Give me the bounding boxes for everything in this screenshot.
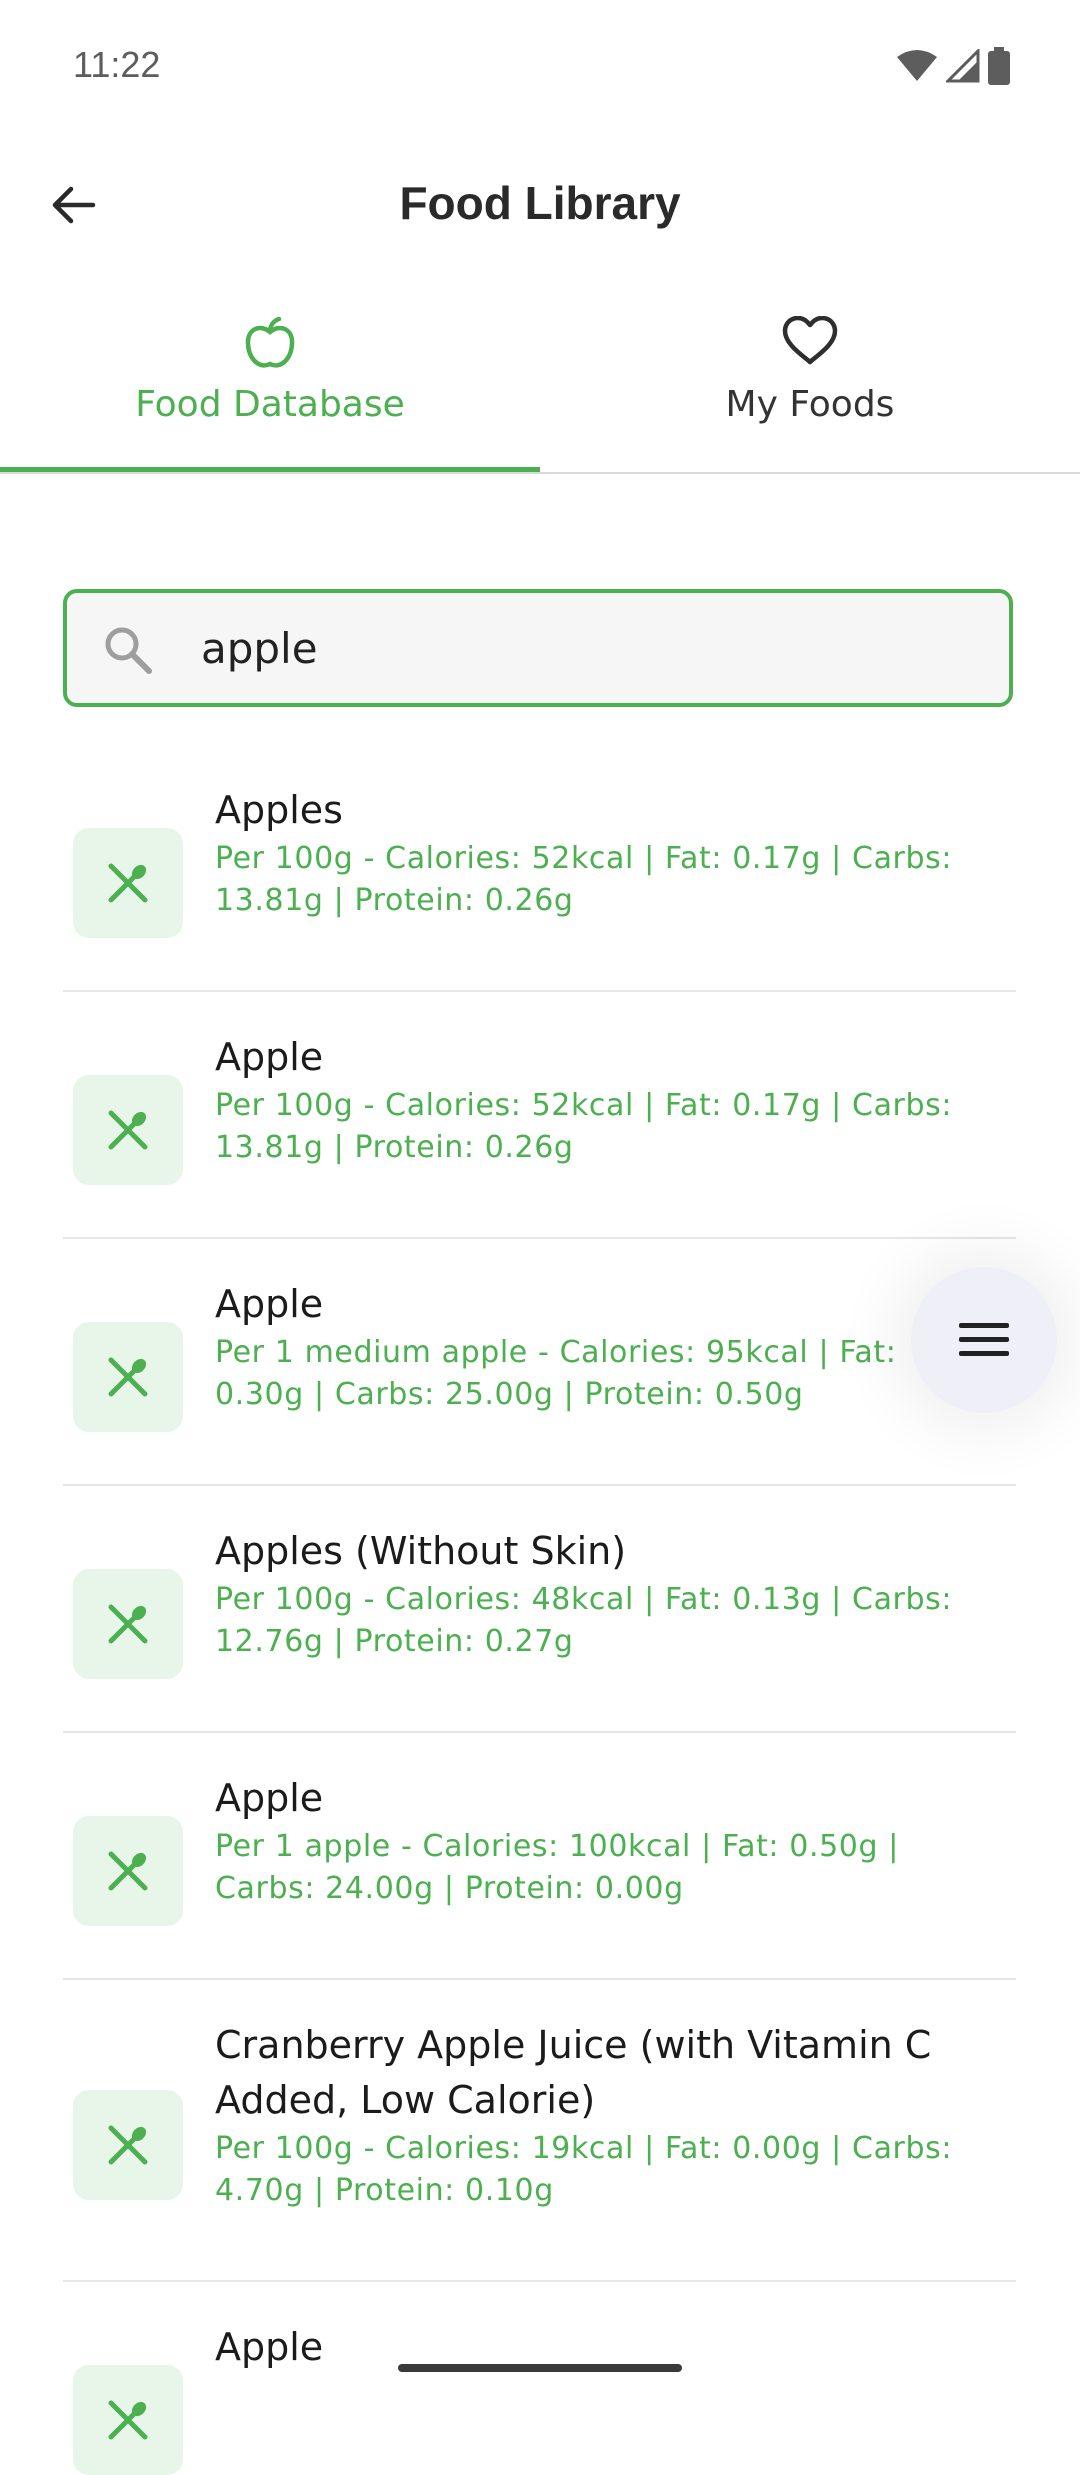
tab-bar: Food Database My Foods <box>0 300 1080 474</box>
search-input[interactable] <box>201 615 981 681</box>
fork-spoon-icon <box>108 1851 148 1891</box>
food-thumbnail <box>73 1816 183 1926</box>
tab-label: Food Database <box>135 384 405 425</box>
food-thumbnail <box>73 2365 183 2475</box>
fork-spoon-icon <box>108 1604 148 1644</box>
food-thumbnail <box>73 2090 183 2200</box>
wifi-icon <box>897 50 937 81</box>
list-item[interactable]: Apple Per 100g - Calories: 52kcal | Fat:… <box>0 992 1080 1239</box>
list-item[interactable]: Apple Per 1 apple - Calories: 100kcal | … <box>0 1733 1080 1980</box>
food-nutrition: Per 100g - Calories: 52kcal | Fat: 0.17g… <box>215 841 953 918</box>
food-name: Apple <box>215 1035 324 1079</box>
food-name: Apple <box>215 1282 324 1326</box>
food-thumbnail <box>73 1569 183 1679</box>
menu-fab-button[interactable] <box>911 1267 1057 1413</box>
food-thumbnail <box>73 1075 183 1185</box>
tab-my-foods[interactable]: My Foods <box>540 300 1080 472</box>
fork-spoon-icon <box>108 863 148 903</box>
battery-icon <box>988 47 1010 85</box>
signal-icon <box>946 49 980 83</box>
food-nutrition: Per 1 medium apple - Calories: 95kcal | … <box>215 1335 897 1412</box>
list-item[interactable]: Apples (Without Skin) Per 100g - Calorie… <box>0 1486 1080 1733</box>
list-item[interactable]: Apple <box>0 2282 1080 2475</box>
tab-label: My Foods <box>725 384 895 425</box>
search-icon <box>105 627 152 674</box>
food-nutrition: Per 100g - Calories: 48kcal | Fat: 0.13g… <box>215 1582 953 1659</box>
list-item[interactable]: Cranberry Apple Juice (with Vitamin C Ad… <box>0 1980 1080 2282</box>
search-field <box>63 589 1013 707</box>
food-nutrition: Per 100g - Calories: 19kcal | Fat: 0.00g… <box>215 2131 953 2208</box>
food-name: Apples (Without Skin) <box>215 1529 627 1573</box>
food-thumbnail <box>73 1322 183 1432</box>
food-name: Apples <box>215 788 343 832</box>
page-title: Food Library <box>399 177 681 229</box>
fork-spoon-icon <box>108 1357 148 1397</box>
heart-icon <box>782 316 838 365</box>
status-icons <box>896 46 1010 86</box>
status-bar: 11:22 <box>0 0 1080 130</box>
food-name: Cranberry Apple Juice (with Vitamin C Ad… <box>215 2023 932 2122</box>
fork-spoon-icon <box>108 2125 148 2165</box>
menu-icon <box>959 1323 1009 1356</box>
food-nutrition: Per 100g - Calories: 52kcal | Fat: 0.17g… <box>215 1088 953 1165</box>
status-time: 11:22 <box>73 44 161 85</box>
fork-spoon-icon <box>108 2400 148 2440</box>
apple-icon <box>245 316 295 368</box>
food-name: Apple <box>215 1776 324 1820</box>
tab-food-database[interactable]: Food Database <box>0 300 540 472</box>
food-results-list: Apples Per 100g - Calories: 52kcal | Fat… <box>0 745 1080 2475</box>
list-item[interactable]: Apples Per 100g - Calories: 52kcal | Fat… <box>0 745 1080 992</box>
tab-indicator <box>0 467 540 472</box>
app-bar: Food Library <box>0 150 1080 260</box>
fork-spoon-icon <box>108 1110 148 1150</box>
food-nutrition: Per 1 apple - Calories: 100kcal | Fat: 0… <box>215 1829 899 1906</box>
home-indicator[interactable] <box>398 2364 682 2372</box>
food-thumbnail <box>73 828 183 938</box>
